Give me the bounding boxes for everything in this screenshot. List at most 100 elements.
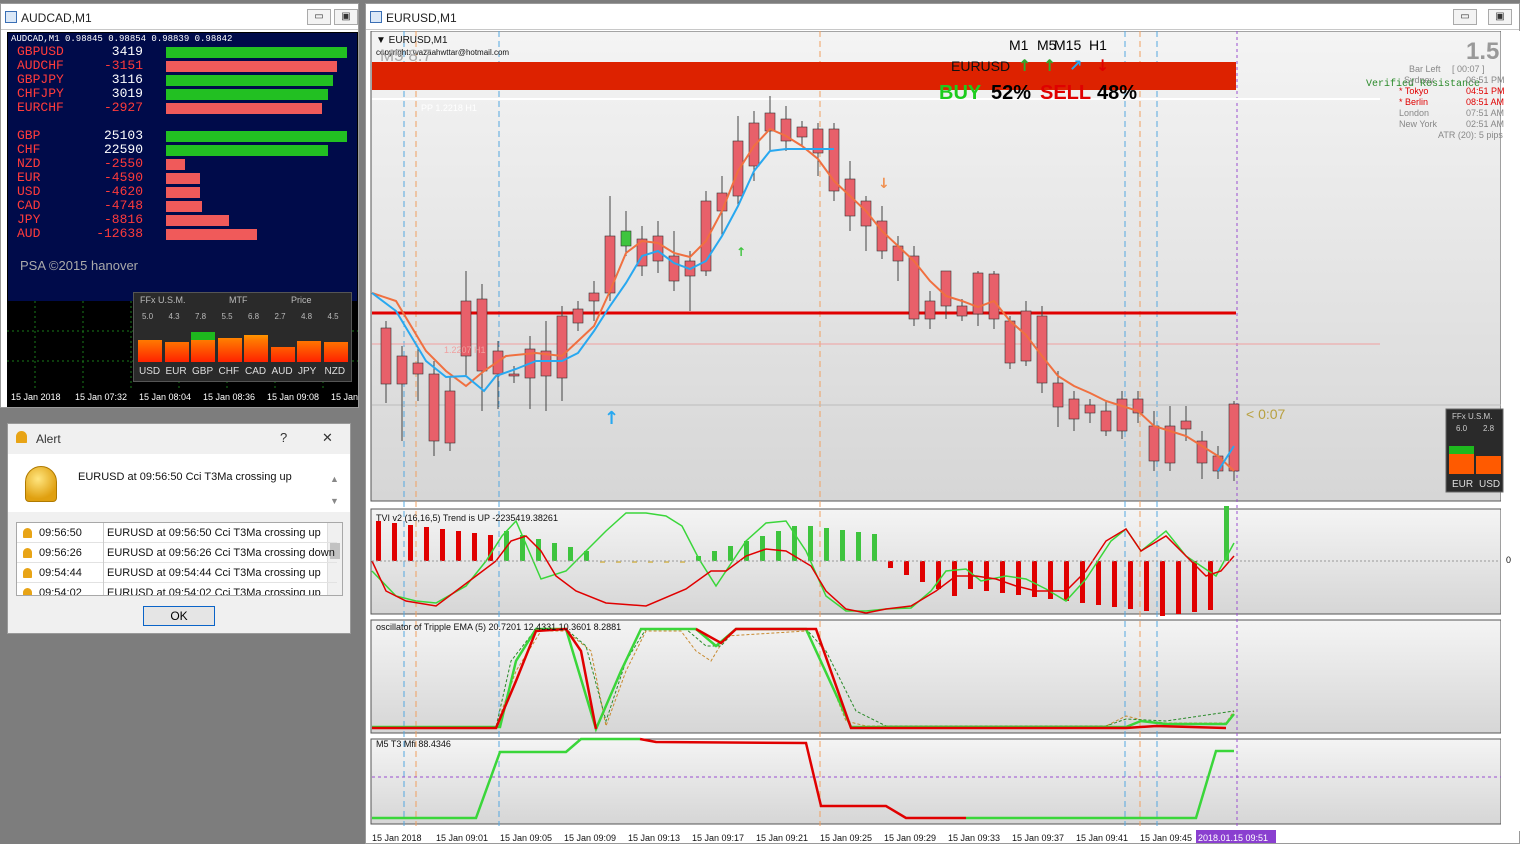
countdown-label: < 0:07: [1246, 406, 1286, 422]
currency-strength-bar: [166, 187, 200, 198]
tvi-bar: [1160, 561, 1165, 616]
ffx-meter-cover: [138, 325, 162, 340]
sell-percent: 48%: [1097, 82, 1137, 104]
alert-log-message: EURUSD at 09:54:44 Cci T3Ma crossing up: [103, 563, 321, 583]
ffx-meter-cad: [244, 325, 268, 362]
time-tick: 15 Jan 2018: [372, 833, 422, 843]
tvi-bar: [1192, 561, 1197, 612]
eurusd-window[interactable]: EURUSD,M1 ▭ ▣ ↑ ↑ ↓ ▼ EURUSD,M1 copyright: w…: [365, 3, 1520, 844]
pair-value: -3151: [103, 58, 143, 73]
alert-log-time: 09:54:44: [39, 567, 82, 579]
currency-row-aud: AUD -12638: [17, 227, 357, 241]
close-button[interactable]: ✕: [322, 430, 333, 446]
maximize-button[interactable]: ▣: [1488, 9, 1512, 25]
restore-button[interactable]: ▭: [307, 9, 331, 25]
currency-strength-bar: [166, 173, 200, 184]
currency-name: CAD: [17, 198, 41, 213]
alert-log-row[interactable]: 09:54:44 EURUSD at 09:54:44 Cci T3Ma cros…: [17, 563, 337, 583]
tvi-bar: [568, 547, 573, 561]
tvi-bar: [840, 530, 845, 561]
ok-button[interactable]: OK: [143, 606, 215, 626]
ffx-meter-gbp: [191, 325, 215, 362]
alert-log-message: EURUSD at 09:56:50 Cci T3Ma crossing up: [103, 523, 321, 543]
tvi-bar: [920, 561, 925, 582]
session-city: New York: [1399, 119, 1438, 129]
bell-icon: [16, 431, 27, 443]
candle: [1036, 306, 1048, 393]
tvi-bar: [1128, 561, 1133, 609]
mini-ffx-c1: EUR: [1452, 479, 1473, 490]
time-tick: 15 Jan 09:17: [692, 833, 744, 843]
alert-log-row[interactable]: 09:56:50 EURUSD at 09:56:50 Cci T3Ma cros…: [17, 523, 337, 543]
chart-window-icon: [5, 11, 17, 23]
tvi-bar: [760, 536, 765, 561]
time-tick: 15 Jan 09:45: [1140, 833, 1192, 843]
candle: [1020, 301, 1032, 366]
audcad-chart[interactable]: AUDCAD,M1 0.98845 0.98854 0.98839 0.9884…: [7, 32, 358, 389]
help-button[interactable]: ?: [280, 430, 287, 445]
ffx-meter-cover: [244, 325, 268, 335]
ffx-meter-cover: [297, 325, 321, 341]
ffx-currency-chf: CHF: [218, 366, 240, 377]
candle: [828, 123, 840, 201]
ffx-currency-cad: CAD: [245, 366, 267, 377]
alert-log-row[interactable]: 09:54:02 EURUSD at 09:54:02 Cci T3Ma cros…: [17, 583, 337, 596]
alert-log-message: EURUSD at 09:56:26 Cci T3Ma crossing dow…: [103, 543, 335, 563]
tvi-bar: [1176, 561, 1181, 614]
atr-label: ATR (20): 5 pips: [1438, 130, 1503, 140]
ffx-meter-chf: [217, 325, 242, 362]
tvi-label: TVI v2 (16,16,5) Trend is UP -2235419.38…: [376, 513, 558, 523]
eurusd-chart[interactable]: ↑↑↓▼ EURUSD,M1copyright: wazaahwttar@hot…: [366, 31, 1520, 843]
currency-value: -4590: [103, 170, 143, 185]
audcad-time-axis: 15 Jan 2018 15 Jan 07:32 15 Jan 08:04 15 Ja…: [7, 389, 358, 407]
session-time: 02:51 AM: [1466, 119, 1504, 129]
pair-value: 3419: [111, 44, 143, 59]
currency-row-jpy: JPY -8816: [17, 213, 357, 227]
bell-icon: [23, 548, 32, 558]
mini-ffx-panel: FFx U.S.M. 6.0 2.8 EUR USD: [1445, 408, 1504, 493]
tvi-bar: [1064, 561, 1069, 601]
trend-arrow-icon: ↑: [1043, 56, 1056, 75]
price-scale: [1501, 31, 1520, 831]
ffx-value-nzd: 4.5: [327, 312, 339, 321]
audcad-window[interactable]: AUDCAD,M1 ▭ ▣ AUDCAD,M1 0.98845 0.98854 …: [0, 3, 359, 408]
tvi-bar: [376, 521, 381, 561]
time-tick: 15 Jan 09:08: [267, 392, 320, 402]
currency-value: 22590: [103, 142, 143, 157]
ffx-header-right: Price: [291, 295, 312, 305]
ffx-value-cad: 6.8: [248, 312, 260, 321]
eurusd-title-bar[interactable]: EURUSD,M1 ▭ ▣: [366, 4, 1519, 30]
bar-left-value: [ 00:07 ]: [1452, 64, 1485, 74]
alert-dialog[interactable]: Alert ? ✕ EURUSD at 09:56:50 Cci T3Ma cr…: [7, 423, 351, 634]
pair-name: AUDCHF: [17, 58, 64, 73]
tvi-bar: [456, 531, 461, 561]
spread-value: 1.5: [1466, 38, 1499, 65]
ffx-meter-jpy: [297, 325, 321, 362]
ffx-meter-cover: [270, 325, 295, 347]
ffx-currency-eur: EUR: [165, 366, 187, 377]
restore-button[interactable]: ▭: [1453, 9, 1477, 25]
ffx-header-left: FFx U.S.M.: [140, 295, 186, 305]
session-time: 07:51 AM: [1466, 108, 1504, 118]
message-scroll-arrows[interactable]: ▲ ▼: [330, 468, 339, 512]
pair-name: CHFJPY: [17, 86, 64, 101]
ffx-header-mid: MTF: [229, 295, 248, 305]
pair-name: GBPJPY: [17, 72, 64, 87]
currency-name: USD: [17, 184, 41, 199]
chart-symbol-label: ▼ EURUSD,M1: [376, 35, 448, 46]
tvi-bar: [936, 561, 941, 589]
time-tick: 15 Jan 09:01: [436, 833, 488, 843]
alert-log-list[interactable]: 09:56:50 EURUSD at 09:56:50 Cci T3Ma cros…: [16, 522, 343, 596]
audcad-title-bar[interactable]: AUDCAD,M1 ▭ ▣: [1, 4, 358, 30]
buy-percent: 52%: [991, 82, 1031, 104]
tvi-bar: [856, 532, 861, 561]
pair-value: -2927: [103, 100, 143, 115]
sell-label: SELL: [1040, 82, 1091, 104]
alert-log-row[interactable]: 09:56:26 EURUSD at 09:56:26 Cci T3Ma cros…: [17, 543, 337, 563]
ffx-value-usd: 5.0: [142, 312, 154, 321]
alert-log-time: 09:54:02: [39, 587, 82, 596]
mini-ffx-header: FFx U.S.M.: [1452, 412, 1492, 421]
currency-strength-bar: [166, 229, 257, 240]
alert-log-message: EURUSD at 09:54:02 Cci T3Ma crossing up: [103, 583, 321, 595]
maximize-button[interactable]: ▣: [334, 9, 358, 25]
